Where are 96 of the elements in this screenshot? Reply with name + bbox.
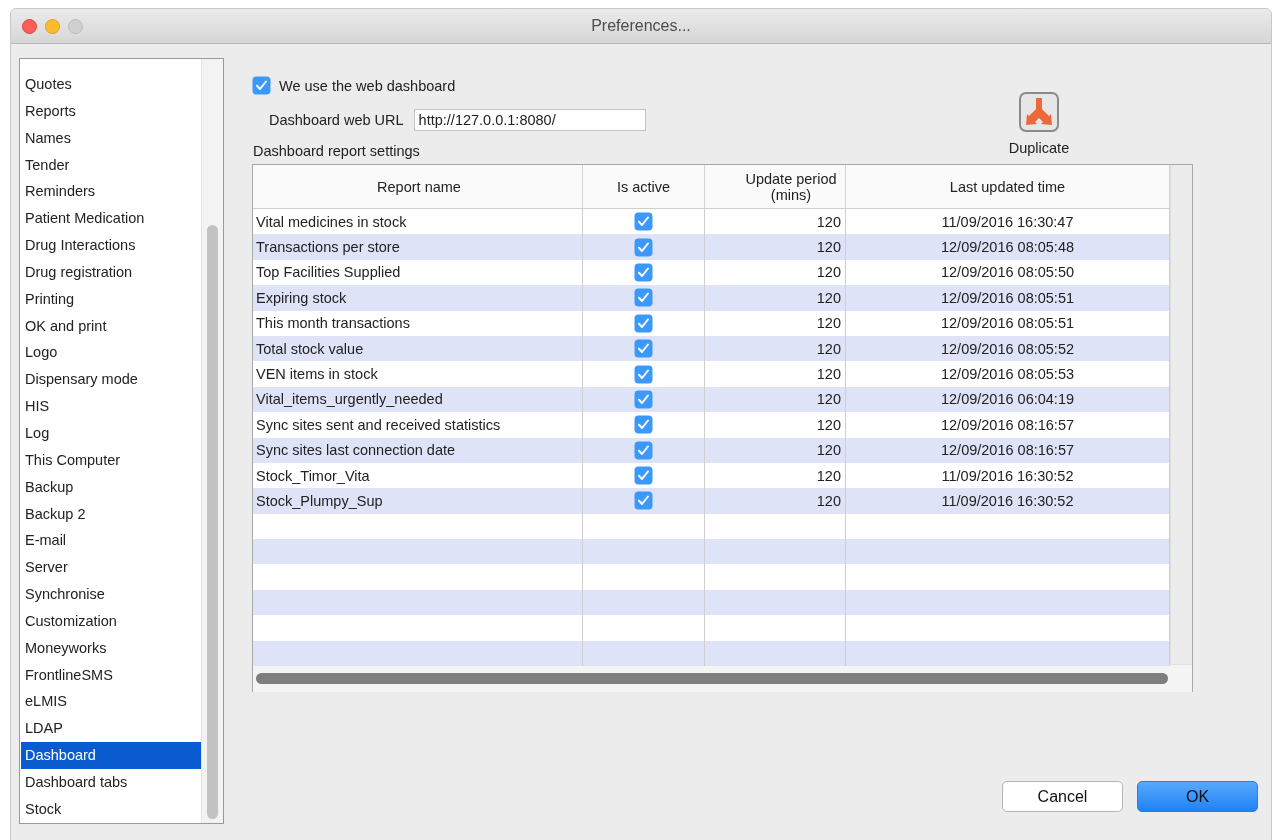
sidebar-item[interactable]: Moneyworks	[21, 634, 201, 662]
table-cell: 120	[816, 366, 841, 383]
checkbox[interactable]	[634, 466, 653, 486]
table-cell: Sync sites last connection date	[256, 442, 456, 459]
column-header[interactable]: Is active	[616, 178, 671, 195]
scrollbar[interactable]	[201, 59, 223, 823]
sidebar-item[interactable]: Customization	[21, 607, 201, 635]
sidebar-item[interactable]: eLMIS	[21, 688, 201, 716]
sidebar-item[interactable]: Log	[21, 419, 201, 447]
checkbox[interactable]	[634, 389, 653, 409]
sidebar-item[interactable]: Dispensary mode	[21, 366, 201, 394]
horizontal-scrollbar[interactable]	[253, 664, 1192, 692]
column-header[interactable]: Last updated time	[949, 178, 1066, 195]
duplicate-button[interactable]: Duplicate	[999, 92, 1079, 156]
sidebar-item[interactable]: Backup	[21, 473, 201, 501]
minimize-button[interactable]	[45, 18, 60, 34]
sidebar-item[interactable]: FrontlineSMS	[21, 661, 201, 689]
url-field[interactable]: http://127.0.0.1:8080/	[413, 109, 646, 131]
table-cell: Sync sites sent and received statistics	[256, 416, 501, 433]
sidebar-item[interactable]: Dashboard tabs	[21, 768, 201, 796]
sidebar-item[interactable]: Dashboard	[21, 742, 201, 769]
sidebar-item[interactable]: Drug registration	[21, 258, 201, 286]
table-cell: 120	[816, 467, 841, 484]
section-label: Dashboard report settings	[253, 143, 420, 159]
sidebar-item[interactable]: LDAP	[21, 715, 201, 743]
scrollbar-thumb[interactable]	[207, 225, 218, 819]
sidebar-item[interactable]: E-mail	[21, 527, 201, 555]
table-cell: 12/09/2016 08:05:52	[940, 340, 1074, 357]
cancel-button[interactable]: Cancel	[1002, 781, 1123, 812]
vertical-scrollbar[interactable]	[1170, 165, 1192, 664]
checkbox[interactable]	[634, 262, 653, 282]
sidebar-item[interactable]: Server	[21, 554, 201, 582]
table-cell: 11/09/2016 16:30:52	[941, 493, 1074, 509]
table-cell: Total stock value	[256, 340, 364, 357]
table-cell: 12/09/2016 08:05:53	[940, 366, 1074, 383]
checkbox[interactable]	[634, 339, 653, 359]
table-cell: 12/09/2016 08:16:57	[940, 416, 1074, 433]
sidebar-item[interactable]: Names	[21, 124, 201, 152]
table-cell: 12/09/2016 08:05:51	[940, 289, 1074, 306]
table-cell: Stock_Timor_Vita	[256, 467, 370, 484]
sidebar-item[interactable]: Printing	[21, 285, 201, 313]
table-cell: VEN items in stock	[256, 366, 378, 383]
table-cell: 120	[816, 391, 841, 408]
window-title: Preferences...	[591, 17, 691, 35]
checkbox[interactable]	[634, 415, 653, 435]
table-cell: 11/09/2016 16:30:47	[941, 213, 1074, 230]
sidebar-item[interactable]: Stock	[21, 795, 201, 823]
table-cell: Vital medicines in stock	[256, 213, 407, 230]
table-cell: 120	[816, 442, 841, 459]
table-cell: 12/09/2016 06:04:19	[940, 391, 1074, 408]
sidebar-item[interactable]: Synchronise	[21, 581, 201, 608]
table-cell: This month transactions	[256, 315, 410, 332]
sidebar-item[interactable]: OK and print	[21, 312, 201, 340]
sidebar-item[interactable]: Reminders	[21, 178, 201, 206]
field-label: Dashboard web URL	[269, 112, 404, 128]
sidebar-item[interactable]: Backup 2	[21, 500, 201, 528]
sidebar-item[interactable]: Logo	[21, 339, 201, 367]
checkbox[interactable]	[634, 288, 653, 308]
column-header[interactable]: Update period (mins)	[741, 170, 841, 203]
table-cell: 120	[816, 289, 841, 306]
table-cell: 12/09/2016 08:05:51	[940, 315, 1074, 332]
table-cell: 120	[816, 213, 841, 230]
sidebar-item[interactable]: This Computer	[21, 446, 201, 474]
checkbox[interactable]	[634, 491, 653, 511]
sidebar-item[interactable]: Quotes	[21, 71, 201, 98]
table-cell: 120	[816, 416, 841, 433]
table-cell: Stock_Plumpy_Sup	[256, 493, 383, 509]
checkbox[interactable]	[634, 440, 653, 460]
sidebar-item[interactable]: Reports	[21, 97, 201, 125]
table-cell: Top Facilities Supplied	[256, 264, 401, 281]
sidebar-item[interactable]: HIS	[21, 393, 201, 420]
sidebar-item[interactable]: Patient Medication	[21, 205, 201, 233]
table-cell: 120	[816, 264, 841, 281]
table-cell: 120	[816, 340, 841, 357]
table-cell: 12/09/2016 08:05:50	[940, 264, 1074, 281]
checkbox[interactable]	[634, 364, 653, 384]
ok-button[interactable]: OK	[1137, 781, 1258, 812]
column-header[interactable]: Report name	[377, 178, 461, 195]
table-cell: 120	[816, 239, 841, 256]
table-cell: 12/09/2016 08:05:48	[940, 239, 1074, 256]
table-cell: 11/09/2016 16:30:52	[941, 467, 1074, 484]
table-cell: 120	[816, 493, 841, 509]
checkbox[interactable]	[634, 237, 653, 257]
close-button[interactable]	[22, 18, 37, 34]
checkbox[interactable]	[252, 76, 271, 95]
table-cell: Vital_items_urgently_needed	[256, 391, 443, 408]
scrollbar-thumb[interactable]	[256, 673, 1168, 684]
checkbox[interactable]	[634, 313, 653, 333]
table-cell: 120	[816, 315, 841, 332]
sidebar-item[interactable]: Tender	[21, 151, 201, 179]
table-cell: Transactions per store	[256, 239, 400, 256]
checkbox[interactable]	[634, 212, 653, 232]
table-cell: Expiring stock	[256, 289, 347, 306]
checkbox-label: We use the web dashboard	[279, 77, 456, 94]
table-cell: 12/09/2016 08:16:57	[940, 442, 1074, 459]
sidebar-item[interactable]: Drug Interactions	[21, 232, 201, 259]
